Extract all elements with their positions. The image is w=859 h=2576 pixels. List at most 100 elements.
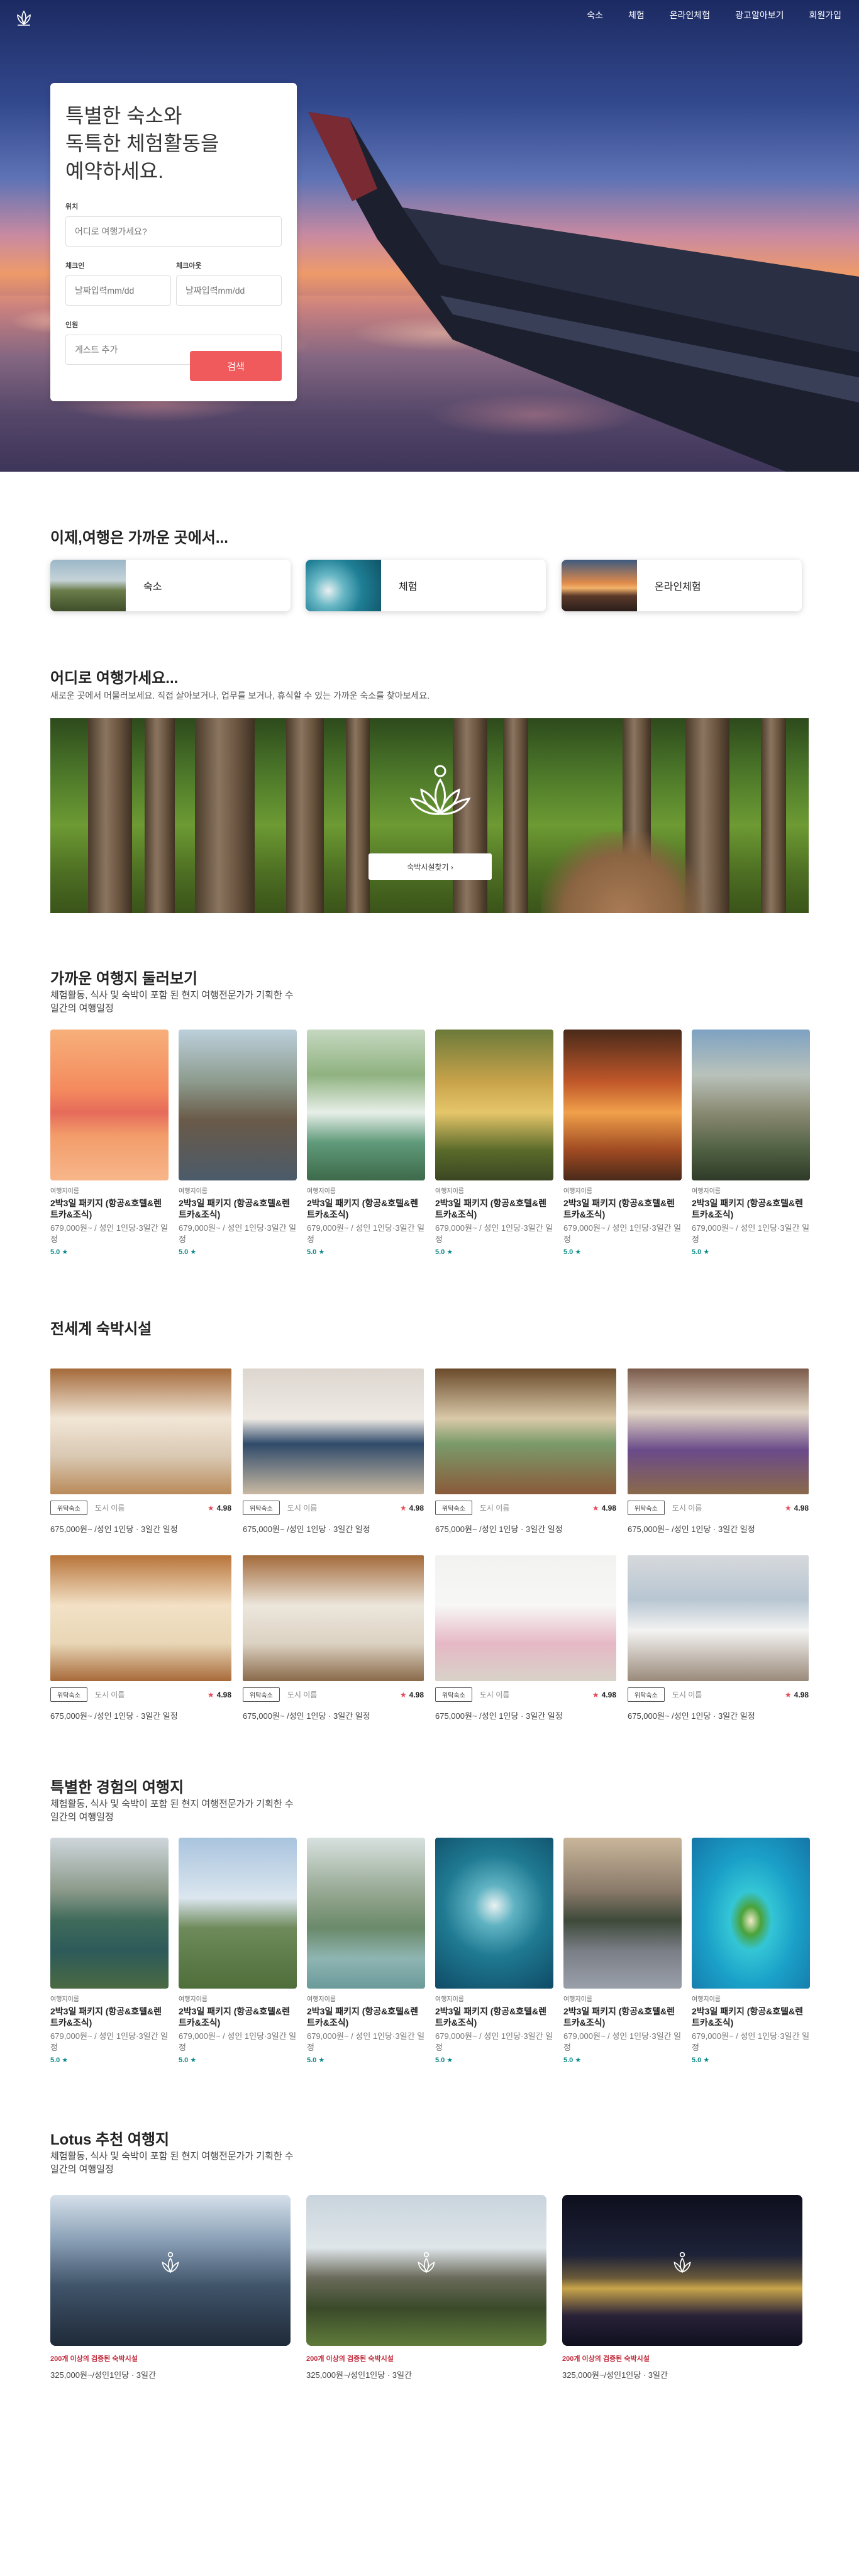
stay-meta: 위탁숙소 도시 이름 ★ 4.98 [435, 1687, 616, 1702]
special-subtitle: 체험활동, 식사 및 숙박이 포함 된 현지 여행전문가가 기획한 수일간의 여… [50, 1799, 294, 1823]
stay-price: 675,000원~ /성인 1인당 · 3일간 일정 [435, 1711, 563, 1721]
package-card[interactable]: 여행지이름 2박3일 패키지 (항공&호텔&렌트카&조식) 679,000원~ / … [692, 1030, 810, 1256]
stay-image [628, 1555, 809, 1681]
stay-meta: 위탁숙소 도시 이름 ★ 4.98 [50, 1501, 231, 1515]
recommended-card[interactable]: 200개 이상의 검증된 숙박시설 325,000원~/성인1인당 · 3일간 [50, 2195, 291, 2380]
package-price: 679,000원~ / 성인 1인당·3일간 일정 [50, 1223, 169, 1244]
stay-rating: ★ 4.98 [400, 1690, 424, 1699]
stay-badge: 위탁숙소 [50, 1687, 87, 1702]
search-button[interactable]: 검색 [190, 351, 282, 381]
package-category: 여행지이름 [50, 1996, 79, 2003]
package-card[interactable]: 여행지이름 2박3일 패키지 (항공&호텔&렌트카&조식) 679,000원~ / … [50, 1838, 169, 2064]
package-card[interactable]: 여행지이름 2박3일 패키지 (항공&호텔&렌트카&조식) 679,000원~ / … [435, 1838, 553, 2064]
hero-section: 숙소 체험 온라인체험 광고알아보기 회원가입 특별한 숙소와 독특한 체험활동… [0, 0, 859, 472]
package-rating: 5.0 ★ [307, 2057, 325, 2064]
explore-title: 가까운 여행지 둘러보기 [50, 970, 198, 987]
stay-city: 도시 이름 [94, 1690, 125, 1699]
package-rating: 5.0 ★ [692, 1248, 710, 1256]
package-price: 679,000원~ / 성인 1인당·3일간 일정 [563, 1223, 682, 1244]
lotus-subtitle: 체험활동, 식사 및 숙박이 포함 된 현지 여행전문가가 기획한 수일간의 여… [50, 2151, 294, 2175]
find-stays-button[interactable]: 숙박시설찾기 › [369, 853, 492, 880]
stay-card[interactable]: 위탁숙소 도시 이름 ★ 4.98 675,000원~ /성인 1인당 · 3일간 일정 [50, 1555, 231, 1721]
package-card[interactable]: 여행지이름 2박3일 패키지 (항공&호텔&렌트카&조식) 679,000원~ / … [563, 1838, 682, 2064]
star-icon: ★ [592, 1503, 599, 1513]
category-card-online[interactable]: 온라인체험 [562, 560, 802, 611]
nav-advertise[interactable]: 광고알아보기 [735, 9, 784, 21]
package-card[interactable]: 여행지이름 2박3일 패키지 (항공&호텔&렌트카&조식) 679,000원~ / … [179, 1030, 297, 1256]
search-card: 특별한 숙소와 독특한 체험활동을 예약하세요. 위치 체크인 체크아웃 인원 … [50, 83, 297, 401]
checkin-group: 체크인 [65, 260, 171, 319]
star-icon: ★ [784, 1690, 792, 1699]
stay-meta: 위탁숙소 도시 이름 ★ 4.98 [628, 1687, 809, 1702]
recommended-price: 325,000원~/성인1인당 · 3일간 [562, 2370, 668, 2380]
recommended-price: 325,000원~/성인1인당 · 3일간 [306, 2370, 412, 2380]
stay-rating: ★ 4.98 [208, 1690, 231, 1699]
package-image [50, 1030, 169, 1180]
lotus-logo-icon[interactable] [13, 8, 35, 30]
stay-card[interactable]: 위탁숙소 도시 이름 ★ 4.98 675,000원~ /성인 1인당 · 3일간 일정 [50, 1368, 231, 1535]
lotus-watermark-icon [673, 2251, 691, 2273]
recommended-image [562, 2195, 802, 2346]
package-card[interactable]: 여행지이름 2박3일 패키지 (항공&호텔&렌트카&조식) 679,000원~ / … [50, 1030, 169, 1256]
stay-badge: 위탁숙소 [628, 1501, 665, 1515]
recommended-image [306, 2195, 546, 2346]
stay-badge: 위탁숙소 [435, 1687, 472, 1702]
checkout-label: 체크아웃 [176, 262, 202, 270]
recommended-image [50, 2195, 291, 2346]
stay-rating-value: 4.98 [409, 1690, 424, 1699]
stay-price: 675,000원~ /성인 1인당 · 3일간 일정 [628, 1524, 755, 1534]
lotus-watermark-icon [409, 765, 471, 815]
nav-experiences[interactable]: 체험 [628, 9, 645, 21]
package-rating: 5.0 ★ [435, 2057, 453, 2064]
stay-meta: 위탁숙소 도시 이름 ★ 4.98 [435, 1501, 616, 1515]
where-subtitle: 새로운 곳에서 머물러보세요. 직접 살아보거나, 업무를 보거나, 휴식할 수… [50, 691, 430, 701]
package-image [179, 1838, 297, 1989]
recommended-card[interactable]: 200개 이상의 검증된 숙박시설 325,000원~/성인1인당 · 3일간 [562, 2195, 802, 2380]
stay-card[interactable]: 위탁숙소 도시 이름 ★ 4.98 675,000원~ /성인 1인당 · 3일간 일정 [435, 1555, 616, 1721]
nav-online-experiences[interactable]: 온라인체험 [670, 9, 710, 21]
lotus-watermark-icon [162, 2251, 179, 2273]
stay-price: 675,000원~ /성인 1인당 · 3일간 일정 [435, 1524, 563, 1534]
stay-card[interactable]: 위탁숙소 도시 이름 ★ 4.98 675,000원~ /성인 1인당 · 3일간 일정 [628, 1555, 809, 1721]
package-card[interactable]: 여행지이름 2박3일 패키지 (항공&호텔&렌트카&조식) 679,000원~ / … [563, 1030, 682, 1256]
package-image [307, 1030, 425, 1180]
stay-card[interactable]: 위탁숙소 도시 이름 ★ 4.98 675,000원~ /성인 1인당 · 3일간 일정 [243, 1368, 424, 1535]
recommended-card[interactable]: 200개 이상의 검증된 숙박시설 325,000원~/성인1인당 · 3일간 [306, 2195, 546, 2380]
stay-meta: 위탁숙소 도시 이름 ★ 4.98 [243, 1687, 424, 1702]
stay-rating-value: 4.98 [409, 1503, 424, 1513]
stay-card[interactable]: 위탁숙소 도시 이름 ★ 4.98 675,000원~ /성인 1인당 · 3일간 일정 [243, 1555, 424, 1721]
stays-title: 전세계 숙박시설 [50, 1321, 152, 1338]
package-card[interactable]: 여행지이름 2박3일 패키지 (항공&호텔&렌트카&조식) 679,000원~ / … [307, 1030, 425, 1256]
category-card-experiences[interactable]: 체험 [306, 560, 546, 611]
stay-meta: 위탁숙소 도시 이름 ★ 4.98 [243, 1501, 424, 1515]
package-rating: 5.0 ★ [435, 1248, 453, 1256]
nav-signup[interactable]: 회원가입 [809, 9, 841, 21]
checkin-label: 체크인 [65, 262, 85, 270]
location-input[interactable] [65, 216, 282, 247]
stay-card[interactable]: 위탁숙소 도시 이름 ★ 4.98 675,000원~ /성인 1인당 · 3일간 일정 [628, 1368, 809, 1535]
package-category: 여행지이름 [692, 1996, 721, 2003]
checkin-input[interactable] [65, 275, 171, 306]
hero-headline: 특별한 숙소와 독특한 체험활동을 예약하세요. [65, 104, 219, 182]
package-category: 여행지이름 [179, 1188, 208, 1195]
category-card-stays[interactable]: 숙소 [50, 560, 291, 611]
recommended-tag: 200개 이상의 검증된 숙박시설 [306, 2355, 394, 2363]
package-title: 2박3일 패키지 (항공&호텔&렌트카&조식) [692, 1198, 804, 1219]
nav-stays[interactable]: 숙소 [587, 9, 603, 21]
stay-rating: ★ 4.98 [785, 1504, 809, 1513]
package-card[interactable]: 여행지이름 2박3일 패키지 (항공&호텔&렌트카&조식) 679,000원~ / … [692, 1838, 810, 2064]
package-card[interactable]: 여행지이름 2박3일 패키지 (항공&호텔&렌트카&조식) 679,000원~ / … [179, 1838, 297, 2064]
package-card[interactable]: 여행지이름 2박3일 패키지 (항공&호텔&렌트카&조식) 679,000원~ / … [307, 1838, 425, 2064]
stay-card[interactable]: 위탁숙소 도시 이름 ★ 4.98 675,000원~ /성인 1인당 · 3일간 일정 [435, 1368, 616, 1535]
package-title: 2박3일 패키지 (항공&호텔&렌트카&조식) [179, 2006, 291, 2028]
stay-price: 675,000원~ /성인 1인당 · 3일간 일정 [50, 1524, 178, 1534]
special-title: 특별한 경험의 여행지 [50, 1779, 184, 1796]
package-category: 여행지이름 [563, 1996, 592, 2003]
location-label: 위치 [65, 203, 79, 211]
stay-image [50, 1368, 231, 1494]
checkout-input[interactable] [176, 275, 282, 306]
category-online-thumbnail [562, 560, 637, 611]
star-icon: ★ [399, 1503, 407, 1513]
package-card[interactable]: 여행지이름 2박3일 패키지 (항공&호텔&렌트카&조식) 679,000원~ / … [435, 1030, 553, 1256]
package-category: 여행지이름 [435, 1996, 464, 2003]
